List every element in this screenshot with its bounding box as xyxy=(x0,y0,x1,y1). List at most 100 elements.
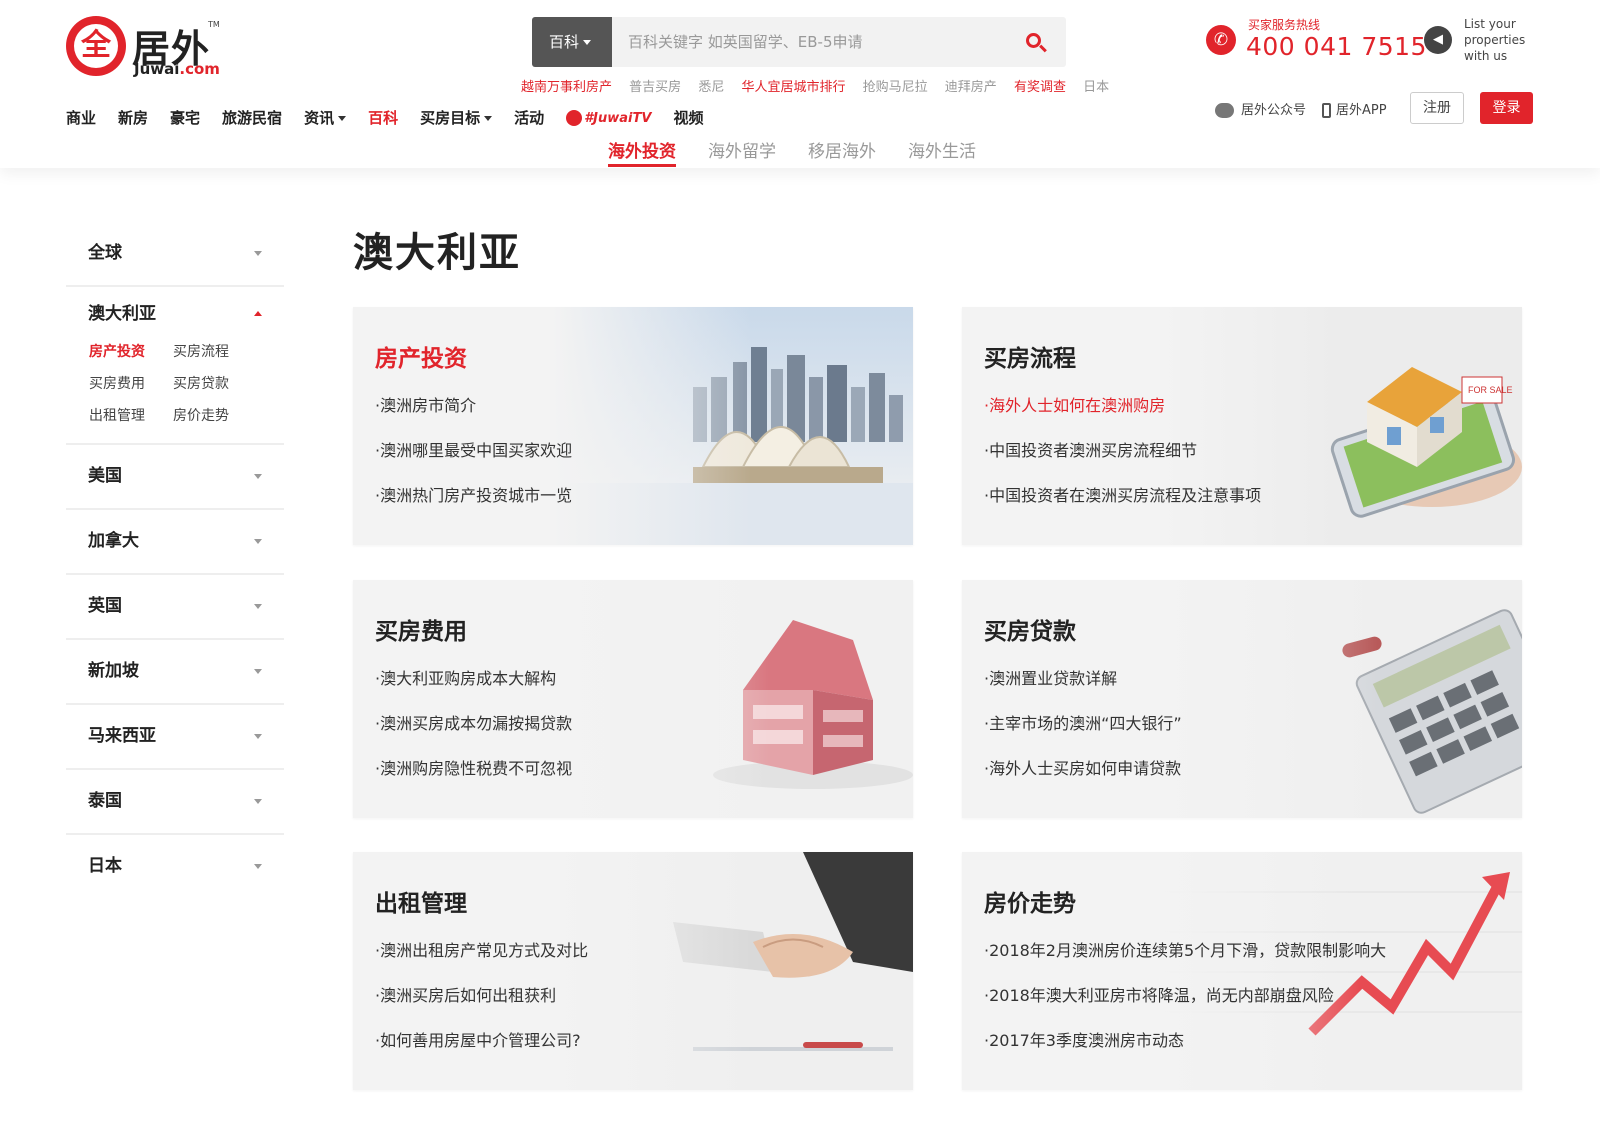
sidebar-subitem[interactable]: 出租管理 xyxy=(89,405,173,427)
card-link[interactable]: ·澳洲置业贷款详解 xyxy=(984,668,1182,713)
hotline-number[interactable]: 400 041 7515 xyxy=(1246,32,1427,61)
nav-item-commercial[interactable]: 商业 xyxy=(66,107,96,128)
wechat-link[interactable]: 居外公众号 xyxy=(1215,99,1306,118)
hotline-label: 买家服务热线 xyxy=(1248,18,1321,32)
sidebar-item-usa[interactable]: 美国 xyxy=(66,445,284,510)
sidebar-subitem[interactable]: 房价走势 xyxy=(173,405,263,427)
list-properties-link[interactable]: List your properties with us xyxy=(1464,16,1554,64)
card-link[interactable]: ·中国投资者澳洲买房流程细节 xyxy=(984,440,1261,485)
card-title[interactable]: 房产投资 xyxy=(375,339,467,373)
card-link-list: ·澳洲置业贷款详解 ·主宰市场的澳洲“四大银行” ·海外人士买房如何申请贷款 xyxy=(984,668,1182,803)
nav-item-events[interactable]: 活动 xyxy=(514,107,544,128)
sidebar-item-global[interactable]: 全球 xyxy=(66,222,284,287)
topic-card-rental[interactable]: 出租管理 ·澳洲出租房产常见方式及对比 ·澳洲买房后如何出租获利 ·如何善用房屋… xyxy=(353,852,913,1090)
chevron-down-icon xyxy=(254,604,262,609)
hot-link[interactable]: 华人宜居城市排行 xyxy=(741,80,845,95)
sidebar-country-toggle[interactable]: 澳大利亚 xyxy=(66,287,284,341)
hot-link[interactable]: 悉尼 xyxy=(698,80,724,95)
card-link[interactable]: ·海外人士如何在澳洲购房 xyxy=(984,395,1261,440)
card-title[interactable]: 房价走势 xyxy=(984,884,1076,918)
card-link[interactable]: ·主宰市场的澳洲“四大银行” xyxy=(984,713,1182,758)
sidebar-item-singapore[interactable]: 新加坡 xyxy=(66,640,284,705)
card-link[interactable]: ·2018年澳大利亚房市将降温，尚无内部崩盘风险 xyxy=(984,985,1386,1030)
calculator-image xyxy=(1162,580,1522,818)
sidebar-item-label: 泰国 xyxy=(88,791,122,811)
hot-link[interactable]: 迪拜房产 xyxy=(945,80,997,95)
sidebar-item-malaysia[interactable]: 马来西亚 xyxy=(66,705,284,770)
sidebar-item-label: 全球 xyxy=(88,243,122,263)
chevron-down-icon xyxy=(254,734,262,739)
login-button[interactable]: 登录 xyxy=(1480,92,1533,124)
sub-nav: 海外投资 海外留学 移居海外 海外生活 xyxy=(608,137,1008,167)
nav-item-luxury[interactable]: 豪宅 xyxy=(170,107,200,128)
nav-item-travel-stay[interactable]: 旅游民宿 xyxy=(222,107,282,128)
handshake-image xyxy=(553,852,913,1090)
topic-card-investment[interactable]: 房产投资 ·澳洲房市简介 ·澳洲哪里最受中国买家欢迎 ·澳洲热门房产投资城市一览 xyxy=(353,307,913,545)
card-title[interactable]: 出租管理 xyxy=(375,884,467,918)
card-link[interactable]: ·澳洲热门房产投资城市一览 xyxy=(375,485,572,530)
chevron-down-icon xyxy=(254,251,262,256)
app-link[interactable]: 居外APP xyxy=(1322,99,1387,118)
topic-card-mortgage[interactable]: 买房贷款 ·澳洲置业贷款详解 ·主宰市场的澳洲“四大银行” ·海外人士买房如何申… xyxy=(962,580,1522,818)
chevron-down-icon xyxy=(254,799,262,804)
logo-mark: 全 xyxy=(66,16,126,76)
sidebar-item-canada[interactable]: 加拿大 xyxy=(66,510,284,575)
card-link[interactable]: ·中国投资者在澳洲买房流程及注意事项 xyxy=(984,485,1261,530)
megaphone-icon[interactable]: ◀ xyxy=(1424,26,1452,54)
search-button[interactable] xyxy=(1014,17,1058,67)
hot-link[interactable]: 日本 xyxy=(1083,80,1109,95)
hot-link[interactable]: 普吉买房 xyxy=(629,80,681,95)
sidebar-subitem[interactable]: 房产投资 xyxy=(89,341,173,363)
card-link[interactable]: ·2017年3季度澳洲房市动态 xyxy=(984,1030,1386,1075)
nav-item-wiki[interactable]: 百科 xyxy=(368,107,398,128)
nav-item-video[interactable]: 视频 xyxy=(673,107,703,128)
sidebar-item-label: 澳大利亚 xyxy=(88,304,156,324)
card-link[interactable]: ·澳洲买房成本勿漏按揭贷款 xyxy=(375,713,572,758)
tab-overseas-study[interactable]: 海外留学 xyxy=(708,137,776,167)
search-category-dropdown[interactable]: 百科 xyxy=(532,17,612,67)
card-link[interactable]: ·澳洲房市简介 xyxy=(375,395,572,440)
card-link-list: ·澳洲出租房产常见方式及对比 ·澳洲买房后如何出租获利 ·如何善用房屋中介管理公… xyxy=(375,940,588,1075)
sidebar-item-label: 日本 xyxy=(88,856,122,876)
tab-overseas-investment[interactable]: 海外投资 xyxy=(608,137,676,167)
card-link[interactable]: ·澳洲购房隐性税费不可忽视 xyxy=(375,758,572,803)
hot-link[interactable]: 越南万事利房产 xyxy=(521,80,612,95)
nav-item-buying-goals[interactable]: 买房目标 xyxy=(420,107,493,128)
mobile-phone-icon xyxy=(1322,103,1331,118)
card-title[interactable]: 买房流程 xyxy=(984,339,1076,373)
tab-immigration[interactable]: 移居海外 xyxy=(808,137,876,167)
sidebar-item-uk[interactable]: 英国 xyxy=(66,575,284,640)
nav-item-news[interactable]: 资讯 xyxy=(304,107,347,128)
search-input[interactable] xyxy=(628,17,1008,67)
sidebar-item-thailand[interactable]: 泰国 xyxy=(66,770,284,835)
page-title: 澳大利亚 xyxy=(353,230,521,276)
card-title[interactable]: 买房贷款 xyxy=(984,612,1076,646)
card-link[interactable]: ·澳洲买房后如何出租获利 xyxy=(375,985,588,1030)
card-title[interactable]: 买房费用 xyxy=(375,612,467,646)
nav-item-new-homes[interactable]: 新房 xyxy=(118,107,148,128)
register-button[interactable]: 注册 xyxy=(1410,92,1464,124)
sidebar-item-japan[interactable]: 日本 xyxy=(66,835,284,898)
wechat-icon xyxy=(1215,103,1234,118)
card-link[interactable]: ·澳洲哪里最受中国买家欢迎 xyxy=(375,440,572,485)
sidebar-subitem[interactable]: 买房流程 xyxy=(173,341,263,363)
sidebar-item-label: 英国 xyxy=(88,596,122,616)
nav-item-juwai-tv[interactable]: #JuwaiTV xyxy=(566,108,651,126)
card-link[interactable]: ·海外人士买房如何申请贷款 xyxy=(984,758,1182,803)
juwai-logo[interactable]: 全 居外 TM Juwai.com xyxy=(66,16,226,80)
money-house-image xyxy=(553,580,913,818)
card-link[interactable]: ·澳洲出租房产常见方式及对比 xyxy=(375,940,588,985)
topic-card-buying-costs[interactable]: 买房费用 ·澳大利亚购房成本大解构 ·澳洲买房成本勿漏按揭贷款 ·澳洲购房隐性税… xyxy=(353,580,913,818)
country-sidebar: 全球 澳大利亚 房产投资 买房流程 买房费用 买房贷款 出租管理 房价走势 美国… xyxy=(66,222,284,898)
sidebar-subitem[interactable]: 买房费用 xyxy=(89,373,173,395)
hot-link[interactable]: 有奖调查 xyxy=(1014,80,1066,95)
sidebar-subitem[interactable]: 买房贷款 xyxy=(173,373,263,395)
card-link[interactable]: ·澳大利亚购房成本大解构 xyxy=(375,668,572,713)
card-link[interactable]: ·如何善用房屋中介管理公司? xyxy=(375,1030,588,1075)
topic-card-buying-process[interactable]: FOR SALE 买房流程 ·海外人士如何在澳洲购房 ·中国投资者澳洲买房流程细… xyxy=(962,307,1522,545)
card-link[interactable]: ·2018年2月澳洲房价连续第5个月下滑，贷款限制影响大 xyxy=(984,940,1386,985)
topic-card-price-trends[interactable]: 房价走势 ·2018年2月澳洲房价连续第5个月下滑，贷款限制影响大 ·2018年… xyxy=(962,852,1522,1090)
hot-link[interactable]: 抢购马尼拉 xyxy=(863,80,928,95)
tab-overseas-life[interactable]: 海外生活 xyxy=(908,137,976,167)
chevron-down-icon xyxy=(254,669,262,674)
